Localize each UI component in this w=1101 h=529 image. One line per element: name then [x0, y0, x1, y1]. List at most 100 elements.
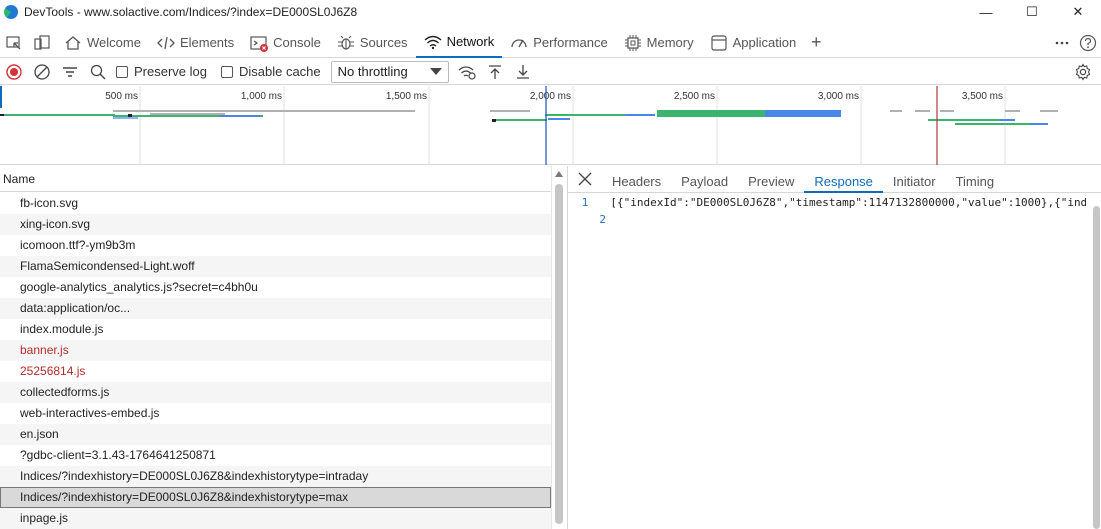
request-row[interactable]: ?gdbc-client=3.1.43-1764641250871 [0, 445, 551, 466]
request-row[interactable]: xing-icon.svg [0, 214, 551, 235]
tab-network[interactable]: Network [415, 27, 503, 58]
performance-icon [510, 34, 528, 52]
preserve-log-label: Preserve log [134, 64, 207, 79]
tab-response[interactable]: Response [804, 166, 883, 193]
more-options-icon[interactable] [1049, 29, 1075, 57]
search-icon[interactable] [84, 60, 112, 84]
tab-strip-actions [1049, 28, 1101, 58]
request-row-selected[interactable]: Indices/?indexhistory=DE000SL0J6Z8&index… [0, 487, 551, 508]
request-row[interactable]: collectedforms.js [0, 382, 551, 403]
chip-icon [624, 34, 642, 52]
response-code-view[interactable]: 1 [{"indexId":"DE000SL0J6Z8","timestamp"… [568, 196, 1086, 230]
window-icon [710, 34, 728, 52]
code-line: 2 [568, 213, 1086, 230]
requests-scrollbar[interactable] [551, 166, 566, 529]
gear-icon[interactable] [1069, 60, 1097, 84]
add-tab-icon[interactable]: + [804, 32, 828, 53]
console-icon [250, 34, 269, 52]
clear-icon[interactable] [28, 60, 56, 84]
bug-icon [337, 34, 355, 52]
network-toolbar: Preserve log Disable cache No throttling [0, 59, 1101, 85]
code-line: 1 [{"indexId":"DE000SL0J6Z8","timestamp"… [568, 196, 1086, 213]
close-icon[interactable] [568, 166, 602, 193]
tab-performance[interactable]: Performance [502, 28, 615, 58]
request-row-error[interactable]: 25256814.js [0, 361, 551, 382]
tab-label: Elements [179, 35, 235, 50]
tab-application[interactable]: Application [702, 28, 805, 58]
network-overview-timeline[interactable]: 500 ms 1,000 ms 1,500 ms 2,000 ms 2,500 … [0, 86, 1101, 165]
tick-label: 3,000 ms [818, 91, 859, 102]
tab-timing[interactable]: Timing [946, 166, 1005, 193]
wifi-icon [424, 33, 442, 51]
tab-memory[interactable]: Memory [616, 28, 702, 58]
disable-cache-checkbox[interactable]: Disable cache [220, 64, 321, 79]
tab-preview[interactable]: Preview [738, 166, 804, 193]
export-har-icon[interactable] [509, 60, 537, 84]
request-row[interactable]: google-analytics_analytics.js?secret=c4b… [0, 277, 551, 298]
request-row[interactable]: data:application/oc... [0, 298, 551, 319]
inspect-element-icon[interactable] [0, 29, 28, 57]
filter-icon[interactable] [56, 60, 84, 84]
scrollbar-thumb[interactable] [1093, 206, 1100, 529]
overview-chart: 500 ms 1,000 ms 1,500 ms 2,000 ms 2,500 … [0, 86, 1058, 165]
disable-cache-label: Disable cache [238, 64, 321, 79]
request-details-panel: Headers Payload Preview Response Initiat… [567, 166, 1101, 529]
requests-list: fb-icon.svg xing-icon.svg icomoon.ttf?-y… [0, 193, 551, 529]
checkbox-box[interactable] [116, 65, 128, 78]
maximize-button[interactable]: ☐ [1009, 0, 1055, 24]
request-row[interactable]: fb-icon.svg [0, 193, 551, 214]
tick-label: 1,000 ms [241, 91, 282, 102]
throttling-select[interactable]: No throttling [330, 60, 449, 83]
tab-payload[interactable]: Payload [671, 166, 738, 193]
tab-label: Sources [359, 35, 408, 50]
code-icon [157, 34, 175, 52]
tab-welcome[interactable]: Welcome [56, 28, 149, 58]
network-conditions-icon[interactable] [453, 60, 481, 84]
response-scrollbar[interactable] [1091, 196, 1101, 529]
line-number: 2 [599, 213, 606, 226]
tab-label: Application [732, 35, 797, 50]
request-row[interactable]: index.module.js [0, 319, 551, 340]
tab-console[interactable]: Console [242, 28, 329, 58]
request-row[interactable]: en.json [0, 424, 551, 445]
import-har-icon[interactable] [481, 60, 509, 84]
request-row[interactable]: FlamaSemicondensed-Light.woff [0, 256, 551, 277]
tick-label: 2,500 ms [674, 91, 715, 102]
window-controls: — ☐ ✕ [963, 0, 1101, 24]
preserve-log-checkbox[interactable]: Preserve log [116, 64, 207, 79]
scroll-up-icon[interactable] [555, 171, 563, 177]
tab-elements[interactable]: Elements [149, 28, 242, 58]
minimize-button[interactable]: — [963, 0, 1009, 24]
request-row-error[interactable]: banner.js [0, 340, 551, 361]
tab-sources[interactable]: Sources [329, 28, 416, 58]
checkbox-box[interactable] [220, 65, 233, 78]
tab-label: Performance [533, 35, 608, 50]
close-window-button[interactable]: ✕ [1055, 0, 1101, 24]
edge-logo-icon [4, 5, 18, 19]
column-title: Name [3, 171, 36, 186]
request-row[interactable]: web-interactives-embed.js [0, 403, 551, 424]
scrollbar-thumb[interactable] [555, 184, 563, 524]
tick-label: 3,500 ms [962, 91, 1003, 102]
tab-initiator[interactable]: Initiator [883, 166, 946, 193]
throttling-value: No throttling [337, 64, 408, 79]
tab-label: Welcome [87, 35, 141, 50]
request-row[interactable]: inpage.js [0, 508, 551, 529]
home-icon [64, 34, 82, 52]
help-icon[interactable] [1075, 29, 1101, 57]
tick-label: 500 ms [105, 91, 138, 102]
tab-label: Console [273, 35, 321, 50]
tab-headers[interactable]: Headers [602, 166, 671, 193]
tab-label: Network [446, 34, 495, 49]
devtools-tab-strip: Welcome Elements Console Sources Network… [0, 27, 1101, 58]
request-row[interactable]: Indices/?indexhistory=DE000SL0J6Z8&index… [0, 466, 551, 487]
chevron-down-icon [429, 68, 442, 75]
line-number: 1 [581, 196, 589, 209]
record-icon[interactable] [0, 60, 28, 84]
name-column-header[interactable]: Name [0, 166, 566, 192]
request-row[interactable]: icomoon.ttf?-ym9b3m [0, 235, 551, 256]
tick-label: 1,500 ms [386, 91, 427, 102]
details-tab-bar: Headers Payload Preview Response Initiat… [568, 166, 1101, 193]
line-content: [{"indexId":"DE000SL0J6Z8","timestamp":1… [610, 196, 1086, 209]
device-emulation-icon[interactable] [28, 29, 56, 57]
